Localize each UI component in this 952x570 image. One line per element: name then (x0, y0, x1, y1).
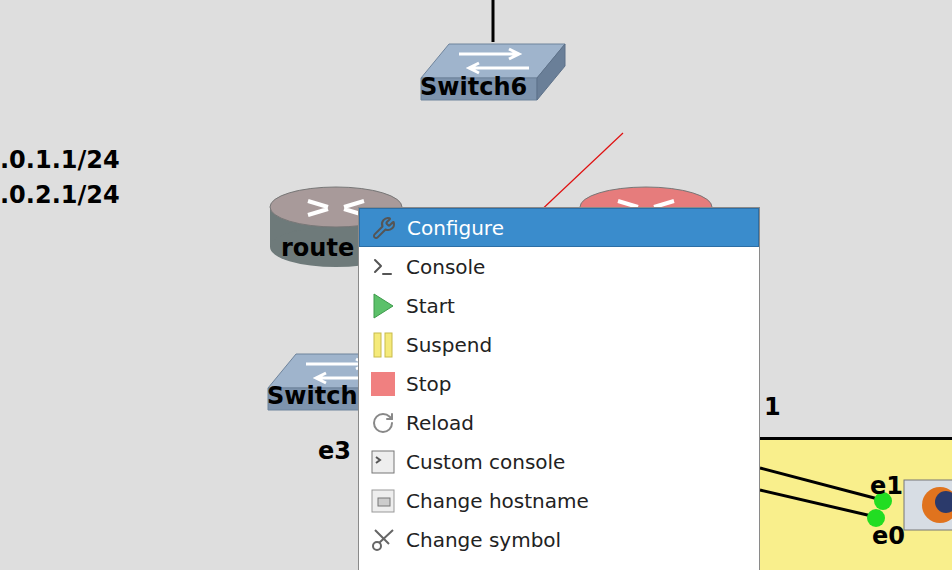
menu-item[interactable]: Configure (359, 208, 759, 247)
menu-item-label: Suspend (406, 330, 492, 360)
computer-icon (900, 478, 952, 548)
symbol-icon (371, 528, 395, 552)
pause-icon (371, 332, 395, 358)
gns3-canvas[interactable]: Switch6 route Switch .0.1.1/24 .0.2.1/24 e3 e1… (0, 0, 952, 570)
play-icon (371, 293, 395, 319)
menu-item-label: Start (406, 291, 455, 321)
node-label: route (281, 236, 354, 260)
hostname-icon (371, 489, 395, 513)
node-label: Switch6 (420, 75, 527, 99)
menu-item-label: Change hostname (406, 486, 589, 516)
stop-icon (371, 372, 395, 396)
terminal-icon (371, 255, 395, 279)
custom-console-icon (371, 450, 395, 474)
menu-item-label: Custom console (406, 447, 565, 477)
menu-item-label: Change symbol (406, 525, 561, 555)
menu-item-label: Stop (406, 369, 451, 399)
menu-item[interactable]: Stop (359, 364, 759, 403)
node-label: Switch (267, 384, 357, 408)
menu-item-label: Console (406, 252, 485, 282)
menu-item-label: Reload (406, 408, 474, 438)
reload-icon (371, 411, 395, 435)
menu-item[interactable]: Change symbol (359, 520, 759, 559)
wrench-icon (372, 216, 396, 240)
menu-item-label: Configure (407, 213, 504, 243)
interface-label: e1 (870, 474, 903, 498)
address-label: .0.2.1/24 (0, 183, 120, 207)
stray-label: 1 (764, 395, 781, 419)
menu-item[interactable]: Reload (359, 403, 759, 442)
menu-item[interactable]: Custom console (359, 442, 759, 481)
interface-label: e3 (318, 439, 351, 463)
menu-item[interactable]: Start (359, 286, 759, 325)
menu-item[interactable]: Change hostname (359, 481, 759, 520)
address-label: .0.1.1/24 (0, 148, 120, 172)
menu-item[interactable]: Console (359, 247, 759, 286)
interface-label: e0 (872, 524, 905, 548)
context-menu: Configure Console Start Suspend Stop Reload Cu… (358, 207, 760, 570)
menu-item[interactable]: Suspend (359, 325, 759, 364)
